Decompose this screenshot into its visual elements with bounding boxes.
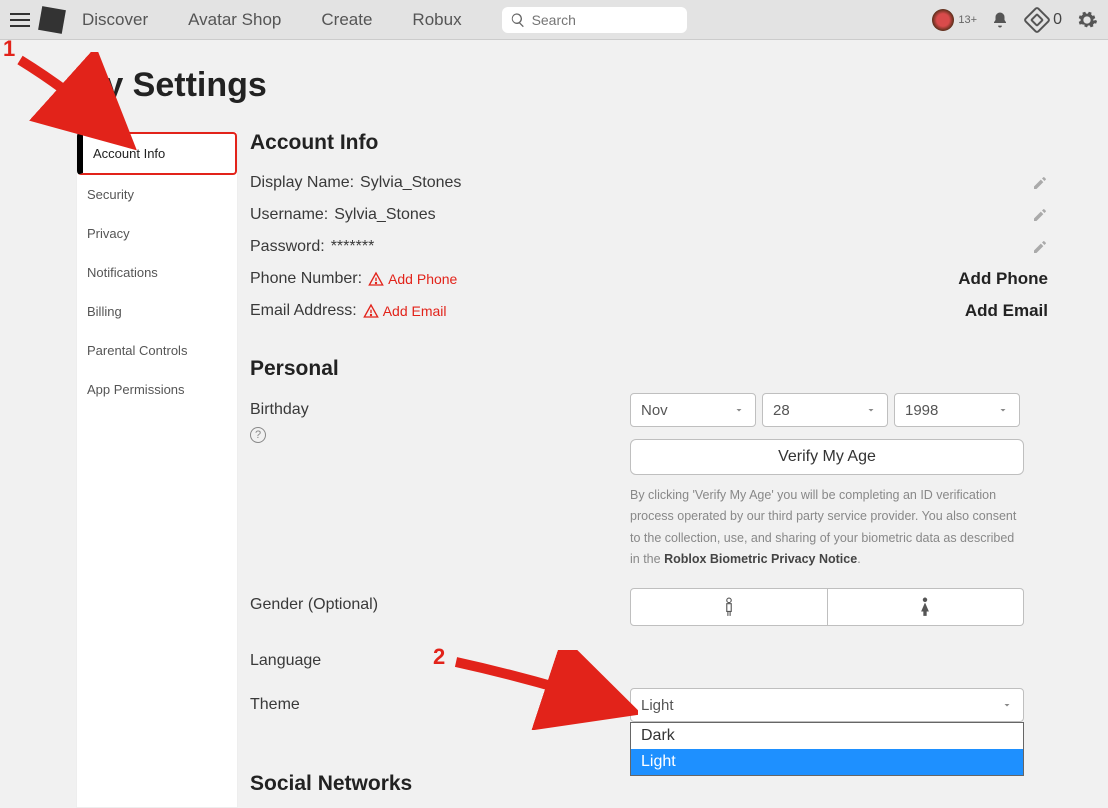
password-value: ******* — [331, 238, 375, 256]
sidebar-item-app-permissions[interactable]: App Permissions — [77, 370, 237, 409]
birthday-day-value: 28 — [773, 402, 790, 419]
birthday-month-value: Nov — [641, 402, 668, 419]
robux-icon — [1023, 5, 1051, 33]
phone-row: Phone Number: Add Phone Add Phone — [250, 263, 1048, 295]
edit-icon[interactable] — [1032, 239, 1048, 255]
birthday-year-select[interactable]: 1998 — [894, 393, 1020, 427]
theme-value: Light — [641, 697, 674, 714]
sidebar-item-parental-controls[interactable]: Parental Controls — [77, 331, 237, 370]
password-row: Password: ******* — [250, 231, 1048, 263]
robux-count: 0 — [1053, 11, 1062, 29]
male-icon — [722, 597, 736, 617]
top-nav: Discover Avatar Shop Create Robux 13+ 0 — [0, 0, 1108, 40]
gender-label: Gender (Optional) — [250, 588, 630, 614]
page-title: My Settings — [76, 66, 1048, 105]
account-info-heading: Account Info — [250, 131, 1048, 155]
email-label: Email Address: — [250, 302, 357, 320]
chevron-down-icon — [865, 404, 877, 416]
birthday-day-select[interactable]: 28 — [762, 393, 888, 427]
add-phone-action[interactable]: Add Phone — [958, 269, 1048, 289]
edit-icon[interactable] — [1032, 175, 1048, 191]
age-badge: 13+ — [958, 14, 977, 26]
settings-icon[interactable] — [1076, 9, 1098, 31]
annotation-2: 2 — [433, 644, 445, 670]
nav-discover[interactable]: Discover — [82, 10, 148, 30]
chevron-down-icon — [1001, 699, 1013, 711]
birthday-year-value: 1998 — [905, 402, 938, 419]
add-email-link[interactable]: Add Email — [383, 303, 447, 319]
gender-male-button[interactable] — [630, 588, 828, 626]
search-input[interactable] — [502, 7, 687, 33]
verify-age-button[interactable]: Verify My Age — [630, 439, 1024, 475]
robux-balance[interactable]: 0 — [1027, 10, 1062, 30]
email-row: Email Address: Add Email Add Email — [250, 295, 1048, 327]
chevron-down-icon — [733, 404, 745, 416]
birthday-month-select[interactable]: Nov — [630, 393, 756, 427]
personal-heading: Personal — [250, 357, 1048, 381]
sidebar-item-billing[interactable]: Billing — [77, 292, 237, 331]
sidebar-item-notifications[interactable]: Notifications — [77, 253, 237, 292]
display-name-value: Sylvia_Stones — [360, 174, 461, 192]
theme-option-dark[interactable]: Dark — [631, 723, 1023, 749]
female-icon — [918, 597, 932, 617]
notifications-icon[interactable] — [991, 11, 1009, 29]
sidebar-item-privacy[interactable]: Privacy — [77, 214, 237, 253]
theme-option-light[interactable]: Light — [631, 749, 1023, 775]
menu-icon[interactable] — [10, 13, 30, 27]
display-name-label: Display Name: — [250, 174, 354, 192]
username-value: Sylvia_Stones — [334, 206, 435, 224]
help-icon[interactable]: ? — [250, 427, 266, 443]
nav-avatar-shop[interactable]: Avatar Shop — [188, 10, 281, 30]
display-name-row: Display Name: Sylvia_Stones — [250, 167, 1048, 199]
phone-label: Phone Number: — [250, 270, 362, 288]
search-icon — [510, 12, 526, 28]
theme-select[interactable]: Light — [630, 688, 1024, 722]
username-label: Username: — [250, 206, 328, 224]
add-email-action[interactable]: Add Email — [965, 301, 1048, 321]
roblox-logo[interactable] — [38, 6, 66, 34]
gender-female-button[interactable] — [828, 588, 1025, 626]
chevron-down-icon — [997, 404, 1009, 416]
username-row: Username: Sylvia_Stones — [250, 199, 1048, 231]
search-wrap — [502, 7, 687, 33]
birthday-label: Birthday — [250, 401, 630, 419]
avatar[interactable] — [932, 9, 954, 31]
annotation-arrow-2 — [448, 650, 638, 730]
privacy-notice-link[interactable]: Roblox Biometric Privacy Notice — [664, 552, 857, 566]
annotation-arrow-1 — [12, 52, 142, 162]
settings-sidebar: Account Info Security Privacy Notificati… — [76, 131, 238, 808]
edit-icon[interactable] — [1032, 207, 1048, 223]
password-label: Password: — [250, 238, 325, 256]
warning-icon — [368, 271, 384, 287]
nav-robux[interactable]: Robux — [412, 10, 461, 30]
verify-disclaimer: By clicking 'Verify My Age' you will be … — [630, 485, 1024, 570]
theme-dropdown: Dark Light — [630, 722, 1024, 776]
sidebar-item-security[interactable]: Security — [77, 175, 237, 214]
add-phone-link[interactable]: Add Phone — [388, 271, 457, 287]
warning-icon — [363, 303, 379, 319]
nav-create[interactable]: Create — [321, 10, 372, 30]
